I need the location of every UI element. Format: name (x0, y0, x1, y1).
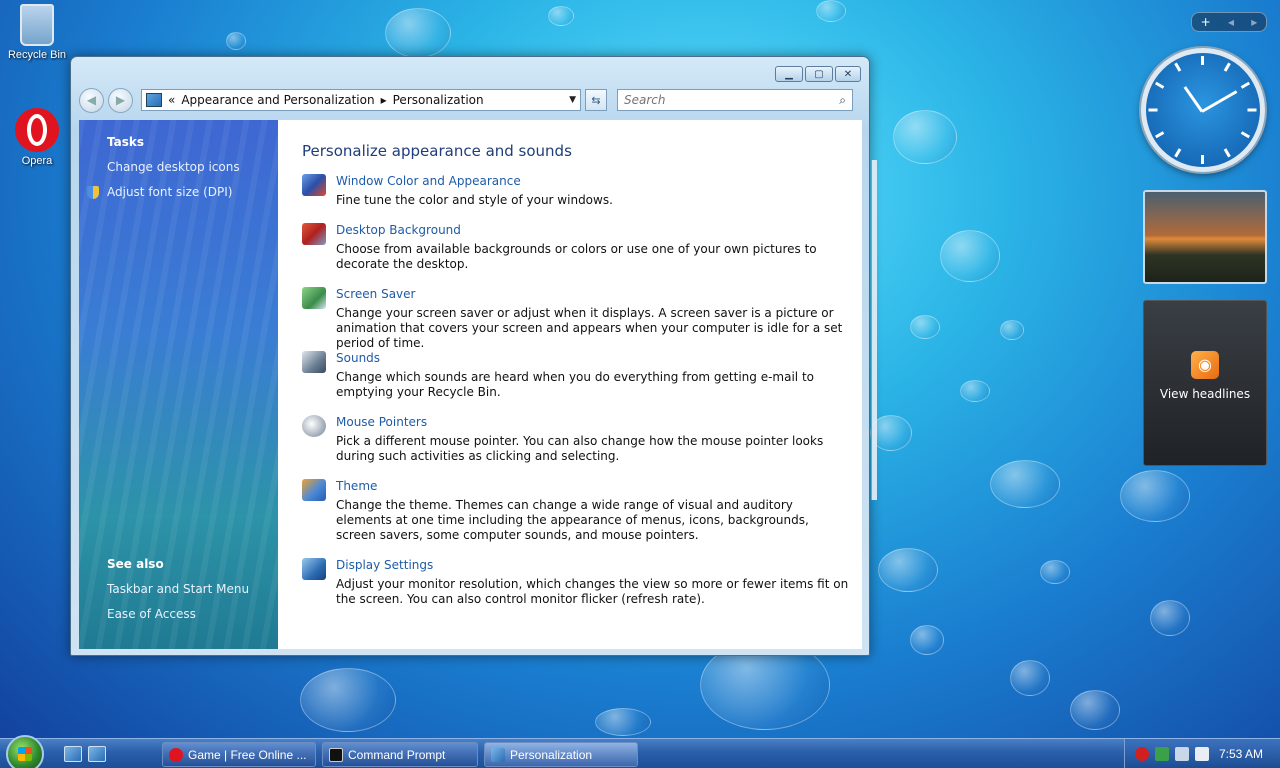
task-pane: Tasks Change desktop icons Adjust font s… (79, 120, 278, 649)
feed-headlines-gadget[interactable]: ◉ View headlines (1143, 300, 1267, 466)
desktop-icon-opera[interactable]: Opera (2, 108, 72, 167)
desktop-background-link[interactable]: Desktop Background (336, 223, 461, 237)
mouse-pointers-icon (302, 415, 326, 437)
window-controls: ▁ ▢ ✕ (775, 66, 861, 82)
item-description: Adjust your monitor resolution, which ch… (336, 577, 849, 606)
address-bar[interactable]: « Appearance and Personalization ▸ Perso… (141, 89, 581, 111)
sounds-icon (302, 351, 326, 373)
taskbar-button-label: Game | Free Online ... (188, 747, 307, 762)
command-prompt-icon (329, 747, 343, 762)
maximize-icon: ▢ (814, 68, 824, 80)
opera-icon (15, 108, 59, 152)
desktop-icon-label: Recycle Bin (7, 49, 67, 61)
window-color-link[interactable]: Window Color and Appearance (336, 174, 521, 188)
opera-icon (169, 747, 183, 762)
theme-link[interactable]: Theme (336, 479, 377, 493)
background-window-edge (871, 160, 877, 500)
taskbar-button-opera[interactable]: Game | Free Online ... (162, 742, 316, 767)
security-alert-icon[interactable] (1135, 747, 1149, 761)
maximize-button[interactable]: ▢ (805, 66, 833, 82)
forward-arrow-icon: ▶ (115, 93, 126, 107)
desktop-icon-recycle-bin[interactable]: Recycle Bin (2, 4, 72, 61)
breadcrumb-overflow[interactable]: « (168, 93, 175, 107)
item-description: Change which sounds are heard when you d… (336, 370, 814, 399)
taskbar: Game | Free Online ... Command Prompt Pe… (0, 735, 1280, 768)
screen-saver-link[interactable]: Screen Saver (336, 287, 415, 301)
gadget-toolbar: + ◂ ▸ (1191, 12, 1267, 32)
taskbar-button-label: Command Prompt (348, 747, 446, 762)
tasks-heading: Tasks (107, 135, 145, 149)
item-description: Choose from available backgrounds or col… (336, 242, 817, 271)
view-headlines-label[interactable]: View headlines (1144, 387, 1266, 401)
adjust-font-size-link[interactable]: Adjust font size (DPI) (107, 185, 232, 199)
page-title: Personalize appearance and sounds (302, 142, 572, 160)
rss-icon: ◉ (1191, 351, 1219, 379)
next-gadgets-button[interactable]: ▸ (1251, 15, 1257, 29)
item-description: Change your screen saver or adjust when … (336, 306, 843, 350)
back-button[interactable]: ◀ (79, 87, 104, 113)
display-settings-link[interactable]: Display Settings (336, 558, 433, 572)
show-desktop-icon[interactable] (64, 746, 82, 762)
add-gadget-button[interactable]: + (1201, 15, 1211, 29)
prev-gadgets-button[interactable]: ◂ (1228, 15, 1234, 29)
address-dropdown-icon[interactable]: ▼ (569, 95, 576, 105)
see-also-heading: See also (107, 557, 164, 571)
ease-of-access-link[interactable]: Ease of Access (107, 607, 196, 621)
breadcrumb-separator-icon[interactable]: ▸ (381, 93, 387, 107)
taskbar-button-label: Personalization (510, 747, 593, 762)
control-panel-icon (146, 93, 162, 107)
taskbar-start-menu-link[interactable]: Taskbar and Start Menu (107, 582, 249, 596)
minimize-icon: ▁ (785, 68, 793, 80)
mouse-pointers-link[interactable]: Mouse Pointers (336, 415, 427, 429)
search-icon[interactable]: ⌕ (839, 93, 846, 108)
close-button[interactable]: ✕ (835, 66, 861, 82)
sounds-link[interactable]: Sounds (336, 351, 380, 365)
forward-button[interactable]: ▶ (108, 87, 133, 113)
taskbar-clock[interactable]: 7:53 AM (1219, 747, 1263, 761)
screen-saver-icon (302, 287, 326, 309)
shield-icon (87, 186, 99, 199)
hour-hand (1183, 86, 1204, 113)
recycle-bin-icon (20, 4, 54, 46)
refresh-button[interactable]: ⇆ (585, 89, 607, 111)
item-description: Change the theme. Themes can change a wi… (336, 498, 809, 542)
clock-gadget[interactable] (1141, 48, 1265, 172)
navigation-bar: ◀ ▶ « Appearance and Personalization ▸ P… (79, 87, 861, 113)
theme-icon (302, 479, 326, 501)
taskbar-button-command-prompt[interactable]: Command Prompt (322, 742, 478, 767)
content-pane: Personalize appearance and sounds Window… (278, 120, 862, 649)
volume-muted-icon[interactable] (1195, 747, 1209, 761)
refresh-icon: ⇆ (591, 93, 601, 107)
network-icon[interactable] (1175, 747, 1189, 761)
windows-update-icon[interactable] (1155, 747, 1169, 761)
display-settings-icon (302, 558, 326, 580)
change-desktop-icons-link[interactable]: Change desktop icons (107, 160, 240, 174)
switch-windows-icon[interactable] (88, 746, 106, 762)
personalization-window: ▁ ▢ ✕ ◀ ▶ « Appearance and Personalizati… (70, 56, 870, 656)
start-button[interactable] (6, 735, 44, 768)
breadcrumb-personalization[interactable]: Personalization (393, 93, 484, 107)
system-tray: 7:53 AM (1124, 739, 1280, 768)
close-icon: ✕ (843, 68, 853, 80)
item-description: Fine tune the color and style of your wi… (336, 193, 613, 207)
taskbar-button-personalization[interactable]: Personalization (484, 742, 638, 767)
back-arrow-icon: ◀ (86, 93, 97, 107)
item-description: Pick a different mouse pointer. You can … (336, 434, 824, 463)
desktop-icon-label: Opera (21, 155, 53, 167)
desktop-background-icon (302, 223, 326, 245)
minimize-button[interactable]: ▁ (775, 66, 803, 82)
minute-hand (1201, 90, 1238, 113)
personalization-icon (491, 747, 505, 762)
window-color-icon (302, 174, 326, 196)
search-box[interactable]: ⌕ (617, 89, 853, 111)
slideshow-gadget[interactable] (1143, 190, 1267, 284)
search-input[interactable] (624, 93, 840, 107)
breadcrumb-appearance[interactable]: Appearance and Personalization (181, 93, 374, 107)
